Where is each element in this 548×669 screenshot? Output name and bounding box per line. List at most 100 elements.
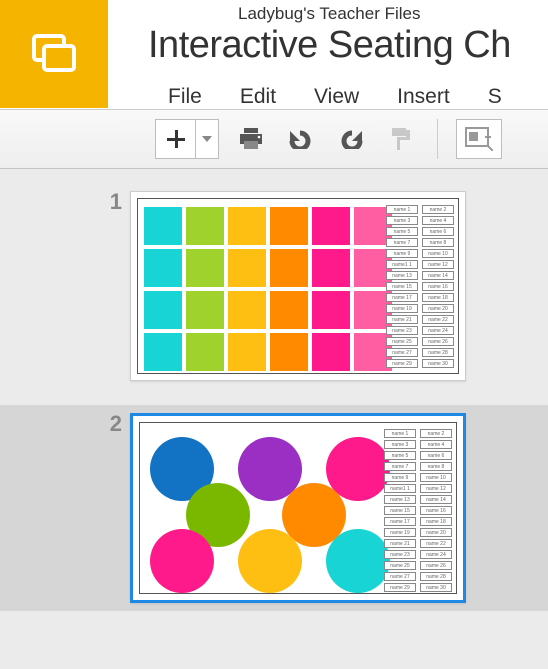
name-tag: name 20: [422, 304, 454, 313]
name-tag: name 23: [386, 326, 418, 335]
name-tag: name 9: [384, 473, 416, 482]
name-tag: name 16: [422, 282, 454, 291]
seating-square: [228, 207, 266, 245]
name-tag: name 12: [422, 260, 454, 269]
seating-square: [144, 333, 182, 371]
new-slide-button[interactable]: [156, 120, 196, 158]
name-tag: name 3: [384, 440, 416, 449]
name-tag: name 28: [422, 348, 454, 357]
name-tag: name 18: [420, 517, 452, 526]
name-tag: name 6: [420, 451, 452, 460]
new-slide-dropdown[interactable]: [196, 120, 218, 158]
seating-circle: [238, 529, 302, 593]
slide-1-canvas: name 1 name 2 name 3 name 4 name 5 name 6 name…: [137, 198, 459, 374]
name-tag: name1 1: [386, 260, 418, 269]
app-brand-tile: [0, 0, 108, 108]
name-tag: name 19: [384, 528, 416, 537]
name-tag: name 2: [420, 429, 452, 438]
header-subtitle: Ladybug's Teacher Files: [238, 4, 548, 24]
seating-square: [186, 207, 224, 245]
name-tag: name 8: [420, 462, 452, 471]
seating-square: [186, 249, 224, 287]
name-tag: name 29: [386, 359, 418, 368]
name-tag: name 13: [386, 271, 418, 280]
name-tag: name 3: [386, 216, 418, 225]
name-tag: name 15: [384, 506, 416, 515]
seating-square: [228, 249, 266, 287]
undo-button[interactable]: [283, 121, 319, 157]
name-tag: name 9: [386, 249, 418, 258]
name-tag: name 14: [420, 495, 452, 504]
name-tag: name 12: [420, 484, 452, 493]
name-tag: name 7: [384, 462, 416, 471]
seating-circle: [150, 529, 214, 593]
seating-square: [228, 333, 266, 371]
seating-square: [144, 207, 182, 245]
name-tag: name 28: [420, 572, 452, 581]
document-title[interactable]: Interactive Seating Ch: [148, 24, 548, 67]
slide-2-canvas: name 1 name 2 name 3 name 4 name 5 name 6 name…: [139, 422, 457, 594]
seating-square: [186, 291, 224, 329]
slide-number: 1: [90, 189, 130, 215]
name-tag: name 25: [384, 561, 416, 570]
name-tag: name 1: [384, 429, 416, 438]
name-tag: name 10: [420, 473, 452, 482]
slides-app-icon: [30, 34, 78, 74]
name-tag: name 13: [384, 495, 416, 504]
name-tag: name 30: [420, 583, 452, 592]
slide-filmstrip: 1 name 1name 2name 3name 4name 5name 6na…: [0, 169, 548, 669]
name-tag: name 5: [384, 451, 416, 460]
name-tag: name 27: [384, 572, 416, 581]
print-button[interactable]: [233, 121, 269, 157]
name-tag: name1 1: [384, 484, 416, 493]
menu-insert[interactable]: Insert: [397, 85, 450, 109]
name-tag: name 14: [422, 271, 454, 280]
name-tag: name 24: [420, 550, 452, 559]
name-tag: name 1: [386, 205, 418, 214]
seating-square: [186, 333, 224, 371]
toolbar-separator: [437, 119, 438, 159]
seating-square: [144, 291, 182, 329]
name-tag: name 23: [384, 550, 416, 559]
seating-square: [312, 291, 350, 329]
seating-square: [270, 291, 308, 329]
seating-square: [270, 249, 308, 287]
name-tag: name 26: [420, 561, 452, 570]
name-tag: name 30: [422, 359, 454, 368]
seating-square: [270, 333, 308, 371]
name-tag: name 22: [422, 315, 454, 324]
name-tag: name 20: [420, 528, 452, 537]
slide-thumbnail-1[interactable]: name 1 name 2 name 3 name 4 name 5 name 6 name…: [130, 191, 466, 381]
name-tag: name 16: [420, 506, 452, 515]
zoom-fit-button[interactable]: [456, 119, 502, 159]
seating-square: [312, 207, 350, 245]
menu-slide-partial[interactable]: S: [488, 85, 502, 109]
name-tag: name 24: [422, 326, 454, 335]
seating-circle: [326, 529, 390, 593]
seating-square: [144, 249, 182, 287]
name-tag: name 19: [386, 304, 418, 313]
redo-button[interactable]: [333, 121, 369, 157]
name-tag: name 10: [422, 249, 454, 258]
name-tag: name 8: [422, 238, 454, 247]
menu-edit[interactable]: Edit: [240, 85, 276, 109]
name-tag: name 17: [384, 517, 416, 526]
name-tag: name 4: [422, 216, 454, 225]
paint-format-button[interactable]: [383, 121, 419, 157]
menu-view[interactable]: View: [314, 85, 359, 109]
name-tag: name 2: [422, 205, 454, 214]
name-tag: name 15: [386, 282, 418, 291]
seating-square: [312, 333, 350, 371]
name-tag: name 18: [422, 293, 454, 302]
menu-bar: File Edit View Insert S: [148, 85, 548, 109]
name-tag: name 25: [386, 337, 418, 346]
name-tag: name 17: [386, 293, 418, 302]
name-tag: name 4: [420, 440, 452, 449]
name-tag: name 5: [386, 227, 418, 236]
slide-number: 2: [90, 411, 130, 437]
name-tag: name 22: [420, 539, 452, 548]
menu-file[interactable]: File: [168, 85, 202, 109]
slide-thumbnail-2[interactable]: name 1 name 2 name 3 name 4 name 5 name 6 name…: [130, 413, 466, 603]
name-tag: name 6: [422, 227, 454, 236]
seating-square: [312, 249, 350, 287]
